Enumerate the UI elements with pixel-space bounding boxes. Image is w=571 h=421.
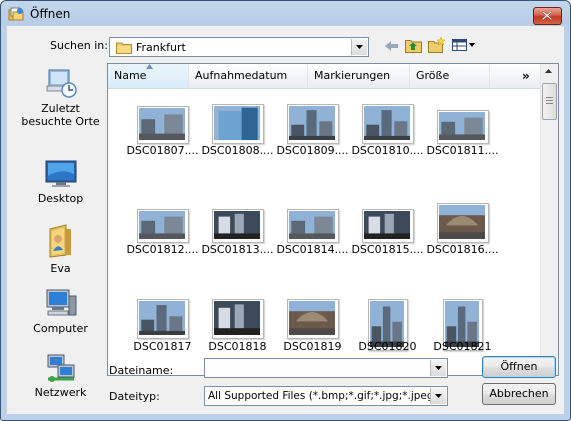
image-thumbnail (362, 104, 414, 144)
close-icon (542, 11, 552, 20)
new-folder-icon[interactable] (428, 37, 446, 53)
chevron-down-icon (435, 366, 442, 370)
place-label: Netzwerk (34, 386, 87, 399)
chevron-down-icon (435, 394, 442, 398)
image-thumbnail (287, 104, 339, 144)
column-header-bar: Name Aufnahmedatum Markierungen Größe » (108, 64, 542, 89)
image-thumbnail (212, 209, 264, 243)
column-label: Name (114, 69, 147, 82)
column-label: Größe (416, 69, 450, 82)
file-tile[interactable]: DSC01809.... (275, 102, 350, 172)
column-header-date[interactable]: Aufnahmedatum (189, 64, 308, 88)
file-tile[interactable]: DSC01812.... (125, 201, 200, 271)
file-tile[interactable]: DSC01814.... (275, 201, 350, 271)
file-tile[interactable]: DSC01808.... (200, 102, 275, 172)
image-thumbnail (437, 203, 489, 243)
column-label: Markierungen (314, 69, 391, 82)
file-name-dropdown-button[interactable] (430, 360, 446, 376)
file-name-label: DSC01807.... (126, 144, 199, 157)
desktop-icon (45, 160, 76, 187)
open-folder-app-icon (8, 7, 24, 21)
place-user[interactable]: Eva (15, 223, 106, 275)
image-thumbnail (212, 104, 264, 144)
file-list-view[interactable]: Name Aufnahmedatum Markierungen Größe » … (107, 63, 559, 376)
dialog-client-area: Suchen in: Frankfurt Zuletzt besuchte Or… (7, 26, 564, 414)
file-name-label: DSC01813.... (201, 243, 274, 256)
image-thumbnail (137, 106, 189, 144)
back-arrow-icon[interactable] (385, 40, 399, 52)
file-name-label: DSC01814.... (276, 243, 349, 256)
file-tile[interactable]: DSC01813.... (200, 201, 275, 271)
file-type-label: Dateityp: (109, 390, 160, 403)
file-name-label: DSC01812.... (126, 243, 199, 256)
look-in-value: Frankfurt (136, 41, 186, 54)
look-in-dropdown-button[interactable] (351, 39, 367, 55)
place-computer[interactable]: Computer (15, 287, 106, 335)
image-thumbnail (362, 209, 414, 243)
place-label: Computer (33, 322, 88, 335)
title-bar[interactable]: Öffnen (1, 1, 570, 26)
view-menu-icon[interactable] (452, 39, 476, 51)
user-folder-icon (49, 224, 71, 258)
file-name-label: DSC01820 (358, 340, 417, 353)
file-type-value: All Supported Files (*.bmp;*.gif;*.jpg;*… (208, 390, 430, 402)
file-name-label: DSC01817 (133, 340, 192, 353)
file-name-label: Dateiname: (109, 364, 174, 377)
image-thumbnail (287, 209, 339, 243)
scrollbar-thumb[interactable] (542, 83, 557, 120)
image-thumbnail (137, 209, 189, 243)
file-name-label: DSC01816.... (426, 243, 499, 256)
file-name-label: DSC01811.... (426, 144, 499, 157)
file-tile[interactable]: DSC01807.... (125, 102, 200, 172)
image-thumbnail (287, 299, 339, 339)
file-tile[interactable]: DSC01817 (125, 299, 200, 369)
file-name-label: DSC01818 (208, 340, 267, 353)
close-button[interactable] (533, 7, 562, 25)
file-name-label: DSC01819 (283, 340, 342, 353)
look-in-label: Suchen in: (50, 39, 108, 52)
image-thumbnail (137, 299, 189, 339)
recent-places-icon (46, 69, 77, 98)
column-header-size[interactable]: Größe (410, 64, 490, 88)
sort-ascending-icon (146, 64, 153, 69)
file-tile[interactable]: DSC01815.... (350, 201, 425, 271)
file-name-label: DSC01809.... (276, 144, 349, 157)
file-type-select[interactable]: All Supported Files (*.bmp;*.gif;*.jpg;*… (204, 386, 448, 406)
places-bar: Zuletzt besuchte Orte Desktop Eva Comput… (15, 63, 106, 399)
folder-icon (116, 42, 132, 54)
place-recent[interactable]: Zuletzt besuchte Orte (15, 67, 106, 128)
place-network[interactable]: Netzwerk (15, 353, 106, 399)
column-header-tags[interactable]: Markierungen (308, 64, 410, 88)
look-in-combobox[interactable]: Frankfurt (109, 37, 369, 57)
file-type-dropdown-button[interactable] (430, 388, 446, 404)
column-label: Aufnahmedatum (195, 69, 288, 82)
file-name-input[interactable] (204, 358, 448, 378)
network-icon (47, 354, 74, 382)
file-name-label: DSC01815.... (351, 243, 424, 256)
place-desktop[interactable]: Desktop (15, 159, 106, 205)
file-tile[interactable]: DSC01816.... (425, 201, 500, 271)
place-label: Desktop (37, 192, 84, 205)
window-title: Öffnen (30, 7, 71, 21)
vertical-scrollbar[interactable] (540, 64, 558, 375)
scroll-up-arrow-icon[interactable] (545, 69, 552, 73)
file-name-label: DSC01821 (433, 340, 492, 353)
file-tile[interactable]: DSC01811.... (425, 102, 500, 172)
computer-icon (46, 289, 76, 316)
cancel-button[interactable]: Abbrechen (482, 383, 556, 405)
place-label: Eva (50, 262, 71, 275)
file-name-label: DSC01810.... (351, 144, 424, 157)
file-tile[interactable]: DSC01810.... (350, 102, 425, 172)
more-columns-button[interactable]: » (522, 64, 530, 88)
column-header-name[interactable]: Name (108, 64, 189, 88)
image-thumbnail (212, 299, 264, 339)
open-button[interactable]: Öffnen (482, 356, 556, 378)
up-folder-icon[interactable] (405, 38, 422, 53)
open-file-dialog: Öffnen Suchen in: Frankfurt Zuletzt besu… (0, 0, 571, 421)
place-label: Zuletzt besuchte Orte (21, 102, 100, 128)
image-thumbnail (437, 110, 489, 144)
chevron-down-icon (356, 45, 363, 49)
file-name-label: DSC01808.... (201, 144, 274, 157)
